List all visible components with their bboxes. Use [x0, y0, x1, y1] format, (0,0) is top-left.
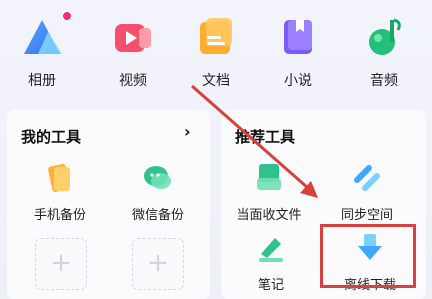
tool-phone-backup[interactable]: 手机备份 [12, 162, 108, 223]
tool-label: 手机备份 [33, 208, 86, 223]
tool-face-to-face-receive[interactable]: 当面收文件 [221, 162, 317, 223]
recommended-tools-title: 推荐工具 [235, 128, 296, 146]
my-tools-title: 我的工具 [21, 128, 82, 146]
tool-label: 当面收文件 [236, 208, 302, 223]
tool-notes[interactable]: 笔记 [223, 232, 319, 293]
plus-icon: + [50, 248, 72, 278]
novel-icon [278, 14, 318, 58]
phone-backup-icon [44, 162, 76, 194]
face-to-face-receive-icon [253, 162, 285, 194]
plus-icon: + [147, 248, 169, 278]
app-label: 音频 [370, 73, 398, 89]
album-icon [22, 14, 62, 58]
app-album[interactable]: 相册 [7, 8, 77, 93]
document-icon [196, 14, 236, 58]
add-tool-slot[interactable]: + [132, 238, 184, 290]
audio-icon [364, 14, 404, 58]
app-label: 小说 [284, 73, 312, 89]
tool-wechat-backup[interactable]: 微信备份 [110, 162, 206, 223]
app-label: 文档 [202, 73, 230, 89]
tool-sync-space[interactable]: 同步空间 [319, 162, 415, 223]
app-audio[interactable]: 音频 [349, 8, 419, 93]
tool-label: 微信备份 [131, 208, 184, 223]
annotation-highlight-box [320, 224, 416, 288]
app-label: 视频 [119, 73, 147, 89]
app-document[interactable]: 文档 [181, 8, 251, 93]
my-tools-card: 我的工具 › 手机备份 微信备份 + + [7, 110, 210, 299]
sync-space-icon [351, 162, 383, 194]
add-tool-slot[interactable]: + [35, 238, 87, 290]
tool-label: 同步空间 [340, 208, 393, 223]
wechat-backup-icon [142, 162, 174, 194]
notes-icon [255, 232, 287, 264]
app-video[interactable]: 视频 [98, 8, 168, 93]
app-novel[interactable]: 小说 [263, 8, 333, 93]
app-shortcut-row: 相册 视频 文档 小说 音频 [0, 0, 432, 100]
app-label: 相册 [28, 73, 56, 89]
video-icon [113, 14, 153, 58]
chevron-right-icon[interactable]: › [184, 122, 191, 141]
notification-dot [62, 11, 72, 21]
tool-label: 笔记 [257, 278, 284, 293]
